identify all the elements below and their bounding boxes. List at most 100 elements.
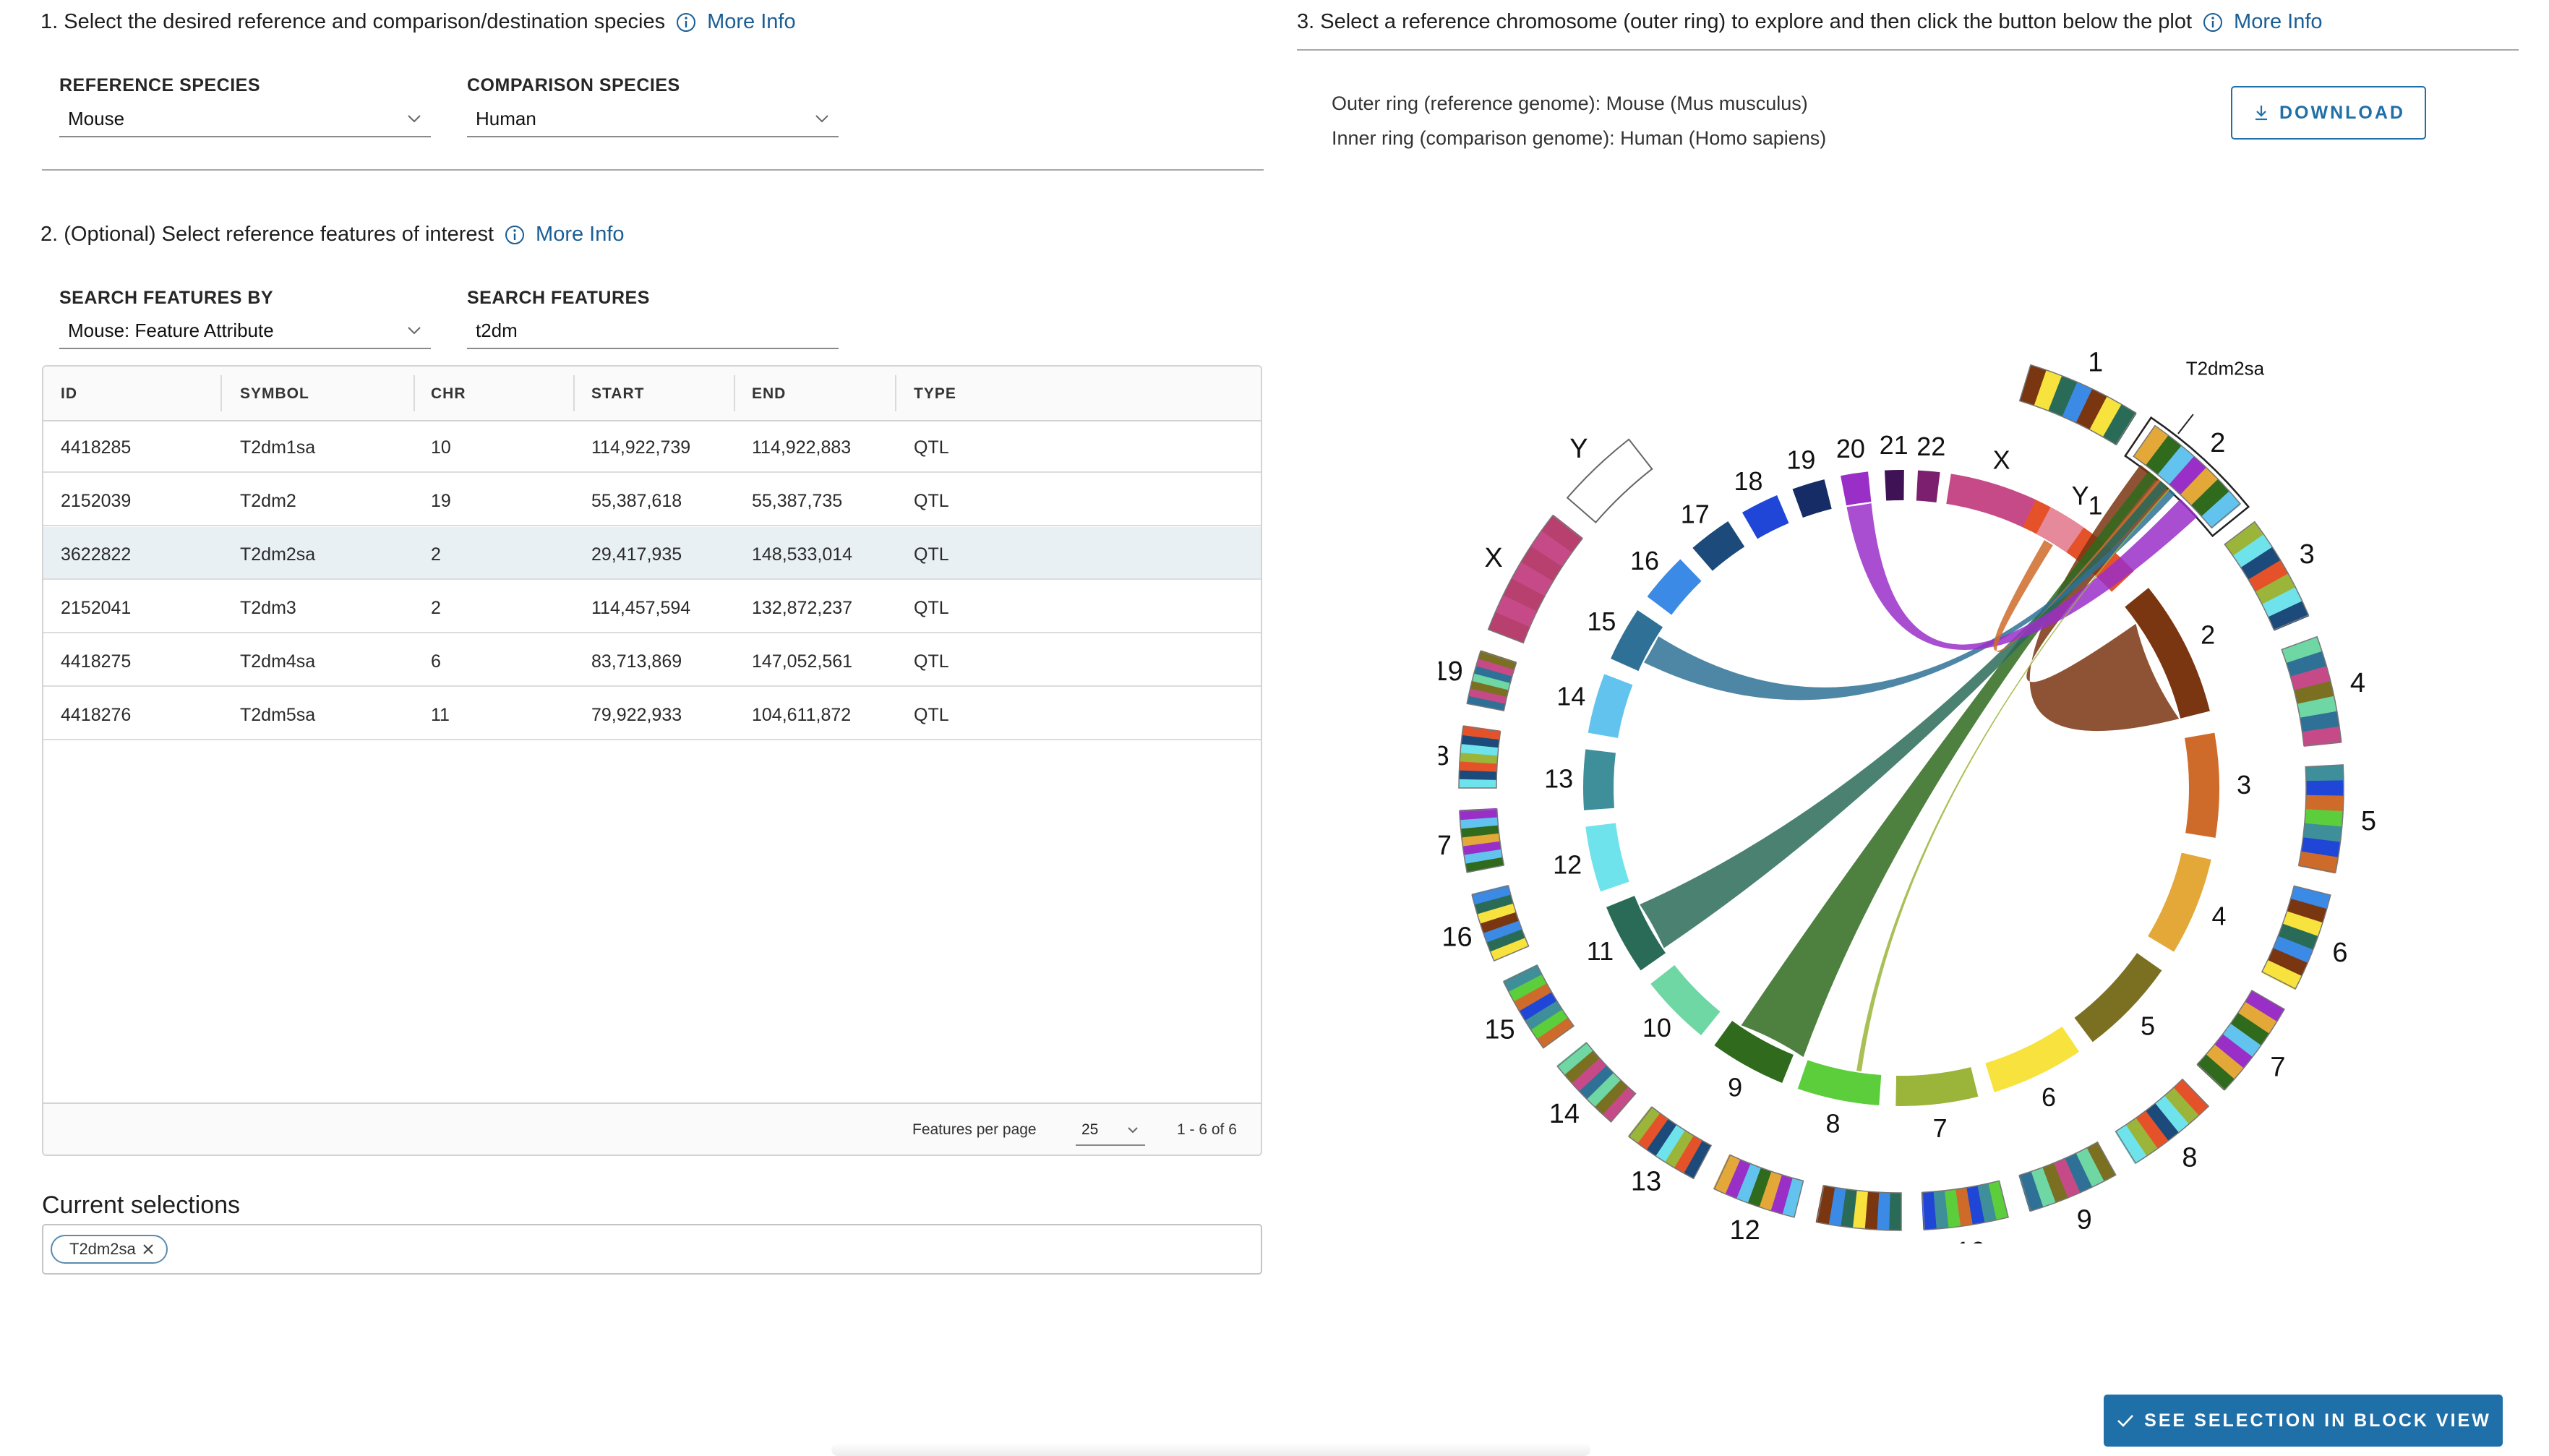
outer-chromosome-label: 14 bbox=[1549, 1099, 1580, 1129]
pagination-range: 1 - 6 of 6 bbox=[1177, 1121, 1237, 1138]
bottom-shadow bbox=[831, 1443, 1590, 1456]
column-divider bbox=[734, 375, 735, 411]
step1-more-info-link[interactable]: More Info bbox=[707, 10, 796, 34]
step1-title-text: 1. Select the desired reference and comp… bbox=[40, 10, 666, 33]
download-button[interactable]: DOWNLOAD bbox=[2231, 86, 2426, 140]
column-header-id[interactable]: ID bbox=[61, 385, 77, 403]
inner-chromosome-label: 7 bbox=[1933, 1113, 1948, 1143]
inner-chromosome-label: 3 bbox=[2237, 770, 2251, 800]
per-page-select[interactable]: 25 bbox=[1076, 1115, 1145, 1146]
cell-end: 55,387,735 bbox=[752, 491, 843, 511]
cell-start: 55,387,618 bbox=[591, 491, 682, 511]
features-table: ID SYMBOL CHR START END TYPE 4418285 T2d… bbox=[42, 365, 1262, 1156]
table-row[interactable]: 4418276 T2dm5sa 11 79,922,933 104,611,87… bbox=[43, 688, 1261, 740]
inner-chromosome-label: 9 bbox=[1728, 1073, 1742, 1102]
inner-chromosome-label: 21 bbox=[1880, 430, 1908, 460]
search-features-value: t2dm bbox=[476, 319, 518, 341]
outer-chromosome-label: 18 bbox=[1439, 741, 1449, 771]
step3-more-info-link[interactable]: More Info bbox=[2234, 10, 2323, 34]
selection-chip-label: T2dm2sa bbox=[69, 1240, 136, 1258]
cell-type: QTL bbox=[914, 651, 949, 672]
outer-chromosome-label: 16 bbox=[1441, 922, 1472, 953]
cell-type: QTL bbox=[914, 491, 949, 511]
reference-species-select[interactable]: Mouse bbox=[59, 101, 431, 137]
cell-id: 4418285 bbox=[61, 437, 132, 458]
comparison-species-select[interactable]: Human bbox=[467, 101, 839, 137]
outer-chromosome-label: 8 bbox=[2182, 1143, 2197, 1173]
column-divider bbox=[895, 375, 896, 411]
outer-chromosome-label: 19 bbox=[1439, 656, 1463, 687]
table-footer: Features per page 25 1 - 6 of 6 bbox=[43, 1102, 1261, 1155]
table-row-selected[interactable]: 3622822 T2dm2sa 2 29,417,935 148,533,014… bbox=[43, 527, 1261, 580]
search-by-value: Mouse: Feature Attribute bbox=[68, 319, 274, 341]
inner-chromosome-13 bbox=[1583, 749, 1616, 810]
cell-type: QTL bbox=[914, 437, 949, 458]
outer-chromosome-label: 9 bbox=[2077, 1204, 2092, 1235]
cell-id: 2152041 bbox=[61, 598, 132, 618]
column-header-end[interactable]: END bbox=[752, 385, 786, 403]
outer-chromosome-label: 11 bbox=[1842, 1240, 1870, 1243]
column-header-chr[interactable]: CHR bbox=[431, 385, 466, 403]
inner-chromosome-4 bbox=[2148, 852, 2211, 952]
inner-chromosome-18 bbox=[1742, 494, 1789, 539]
feature-label: T2dm2sa bbox=[2186, 358, 2265, 380]
cell-chr: 19 bbox=[431, 491, 451, 511]
outer-chromosome-label: 5 bbox=[2361, 806, 2376, 836]
table-row[interactable]: 2152041 T2dm3 2 114,457,594 132,872,237 … bbox=[43, 581, 1261, 633]
step2-more-info-link[interactable]: More Info bbox=[536, 223, 625, 247]
download-button-label: DOWNLOAD bbox=[2279, 102, 2405, 123]
table-row[interactable]: 4418285 T2dm1sa 10 114,922,739 114,922,8… bbox=[43, 420, 1261, 473]
see-selection-in-block-view-button[interactable]: SEE SELECTION IN BLOCK VIEW bbox=[2104, 1395, 2503, 1447]
circos-plot[interactable]: 12345678910111213141516171819 20 21 22 XY123… bbox=[1439, 275, 2393, 1243]
inner-chromosome-label: 1 bbox=[2088, 490, 2102, 520]
table-row[interactable]: 2152039 T2dm2 19 55,387,618 55,387,735 Q… bbox=[43, 474, 1261, 526]
cell-symbol: T2dm5sa bbox=[240, 705, 316, 725]
inner-chromosome-label: X bbox=[1993, 445, 2010, 475]
search-by-select[interactable]: Mouse: Feature Attribute bbox=[59, 313, 431, 349]
column-divider bbox=[573, 375, 575, 411]
cell-id: 2152039 bbox=[61, 491, 132, 511]
info-icon[interactable] bbox=[675, 12, 697, 33]
inner-chromosome-label: Y bbox=[2072, 481, 2089, 510]
chevron-down-icon bbox=[408, 327, 421, 335]
cell-symbol: T2dm2 bbox=[240, 491, 296, 511]
inner-chromosome-label: 17 bbox=[1681, 499, 1710, 528]
inner-chromosome-label: 18 bbox=[1734, 466, 1762, 496]
cell-type: QTL bbox=[914, 544, 949, 565]
search-features-input[interactable]: t2dm bbox=[467, 313, 839, 349]
cell-start: 114,922,739 bbox=[591, 437, 691, 458]
per-page-value: 25 bbox=[1081, 1121, 1099, 1138]
current-selections-box: T2dm2sa bbox=[42, 1224, 1262, 1275]
inner-chromosome-label: 5 bbox=[2141, 1011, 2155, 1040]
info-icon[interactable] bbox=[504, 224, 526, 246]
step3-title-text: 3. Select a reference chromosome (outer … bbox=[1297, 10, 2193, 33]
cell-end: 104,611,872 bbox=[752, 705, 852, 725]
inner-chromosome-21 bbox=[1884, 470, 1904, 501]
chevron-down-icon bbox=[815, 115, 828, 123]
divider bbox=[1297, 49, 2519, 51]
inner-chromosome-12 bbox=[1585, 823, 1629, 892]
feature-label-leader bbox=[2177, 414, 2194, 434]
column-header-type[interactable]: TYPE bbox=[914, 385, 956, 403]
inner-chromosome-14 bbox=[1588, 674, 1633, 738]
info-icon[interactable] bbox=[2202, 12, 2224, 33]
cell-chr: 6 bbox=[431, 651, 441, 672]
inner-chromosome-6 bbox=[1985, 1026, 2080, 1092]
table-row[interactable]: 4418275 T2dm4sa 6 83,713,869 147,052,561… bbox=[43, 634, 1261, 687]
close-icon[interactable] bbox=[140, 1241, 156, 1257]
check-icon bbox=[2117, 1415, 2134, 1427]
column-header-symbol[interactable]: SYMBOL bbox=[240, 385, 309, 403]
outer-chromosome-band bbox=[2305, 780, 2344, 797]
reference-species-label: REFERENCE SPECIES bbox=[59, 75, 261, 95]
column-header-start[interactable]: START bbox=[591, 385, 644, 403]
inner-chromosome-label: 4 bbox=[2211, 902, 2226, 931]
inner-chromosome-7 bbox=[1895, 1067, 1979, 1106]
inner-chromosome-label: 10 bbox=[1642, 1013, 1671, 1042]
inner-chromosome-label: 8 bbox=[1825, 1108, 1840, 1138]
block-view-button-label: SEE SELECTION IN BLOCK VIEW bbox=[2144, 1410, 2491, 1431]
table-header: ID SYMBOL CHR START END TYPE bbox=[43, 367, 1261, 421]
inner-chromosome-label: 19 bbox=[1786, 445, 1815, 475]
selection-chip[interactable]: T2dm2sa bbox=[51, 1235, 168, 1264]
cell-chr: 2 bbox=[431, 598, 441, 618]
outer-chromosome-band bbox=[2305, 764, 2344, 782]
